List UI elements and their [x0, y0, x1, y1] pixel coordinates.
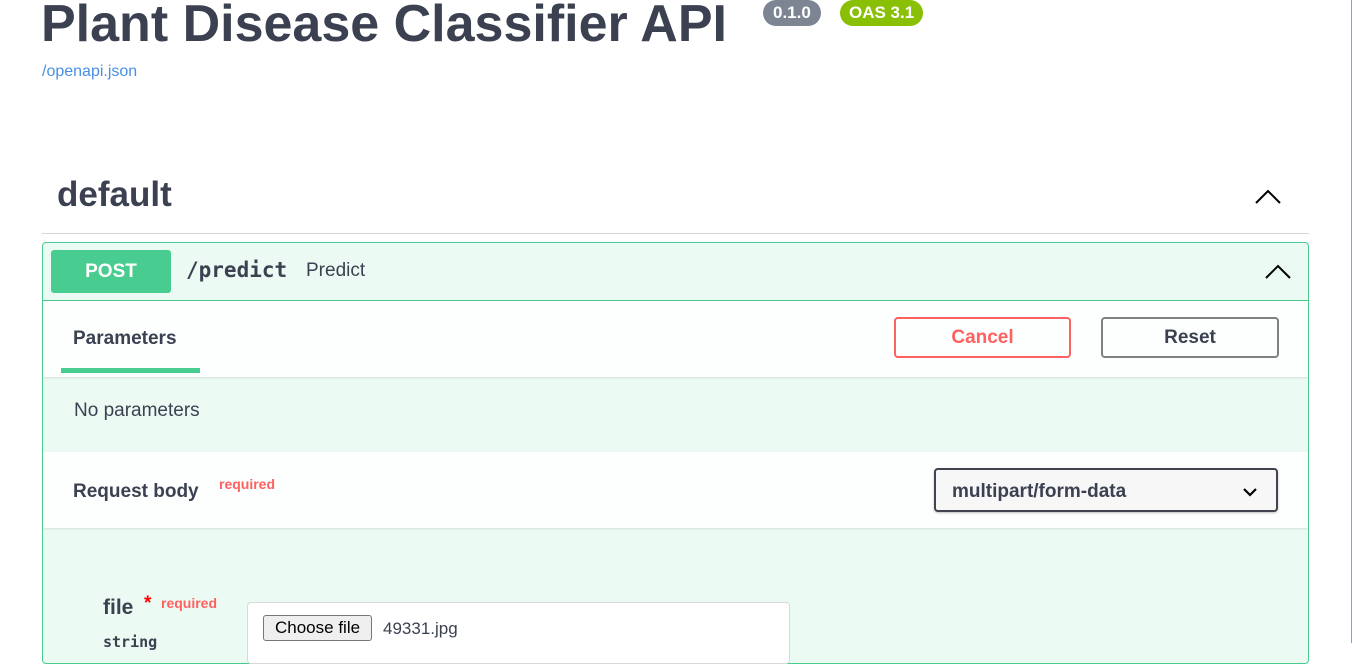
operation-path: /predict — [186, 258, 288, 282]
request-body-label: Request body — [73, 481, 199, 502]
request-body-header: Request body required multipart/form-dat… — [43, 452, 1308, 528]
param-type: string — [103, 633, 158, 651]
file-input[interactable]: Choose file 49331.jpg — [247, 602, 790, 664]
tab-parameters[interactable]: Parameters — [73, 328, 177, 350]
api-title: Plant Disease Classifier API — [41, 0, 727, 53]
operation-summary-bar[interactable]: POST /predict Predict — [43, 243, 1308, 301]
selected-file-name: 49331.jpg — [383, 619, 458, 638]
parameters-header: Parameters Cancel Reset — [43, 301, 1308, 377]
tag-name: default — [57, 175, 172, 214]
oas-badge: OAS 3.1 — [840, 0, 924, 26]
tag-section-default[interactable]: default — [42, 168, 1309, 234]
reset-button[interactable]: Reset — [1101, 317, 1279, 358]
required-star: * — [144, 593, 152, 614]
active-tab-indicator — [61, 368, 200, 373]
openapi-json-link[interactable]: /openapi.json — [42, 63, 137, 81]
method-badge: POST — [51, 250, 171, 293]
chevron-down-icon — [1243, 488, 1257, 497]
param-name-file: file — [103, 596, 134, 619]
choose-file-button[interactable]: Choose file — [263, 615, 373, 641]
operation-post-predict: POST /predict Predict Parameters Cancel … — [42, 242, 1309, 664]
chevron-up-icon[interactable] — [1253, 182, 1283, 212]
operation-summary: Predict — [306, 260, 366, 281]
chevron-up-icon[interactable] — [1263, 257, 1293, 287]
content-type-value: multipart/form-data — [952, 481, 1127, 502]
no-parameters-text: No parameters — [74, 400, 200, 421]
content-type-select[interactable]: multipart/form-data — [934, 468, 1278, 512]
required-marker: required — [219, 476, 276, 492]
param-required-marker: required — [161, 595, 218, 611]
cancel-button[interactable]: Cancel — [894, 317, 1071, 358]
version-badge: 0.1.0 — [763, 0, 821, 26]
